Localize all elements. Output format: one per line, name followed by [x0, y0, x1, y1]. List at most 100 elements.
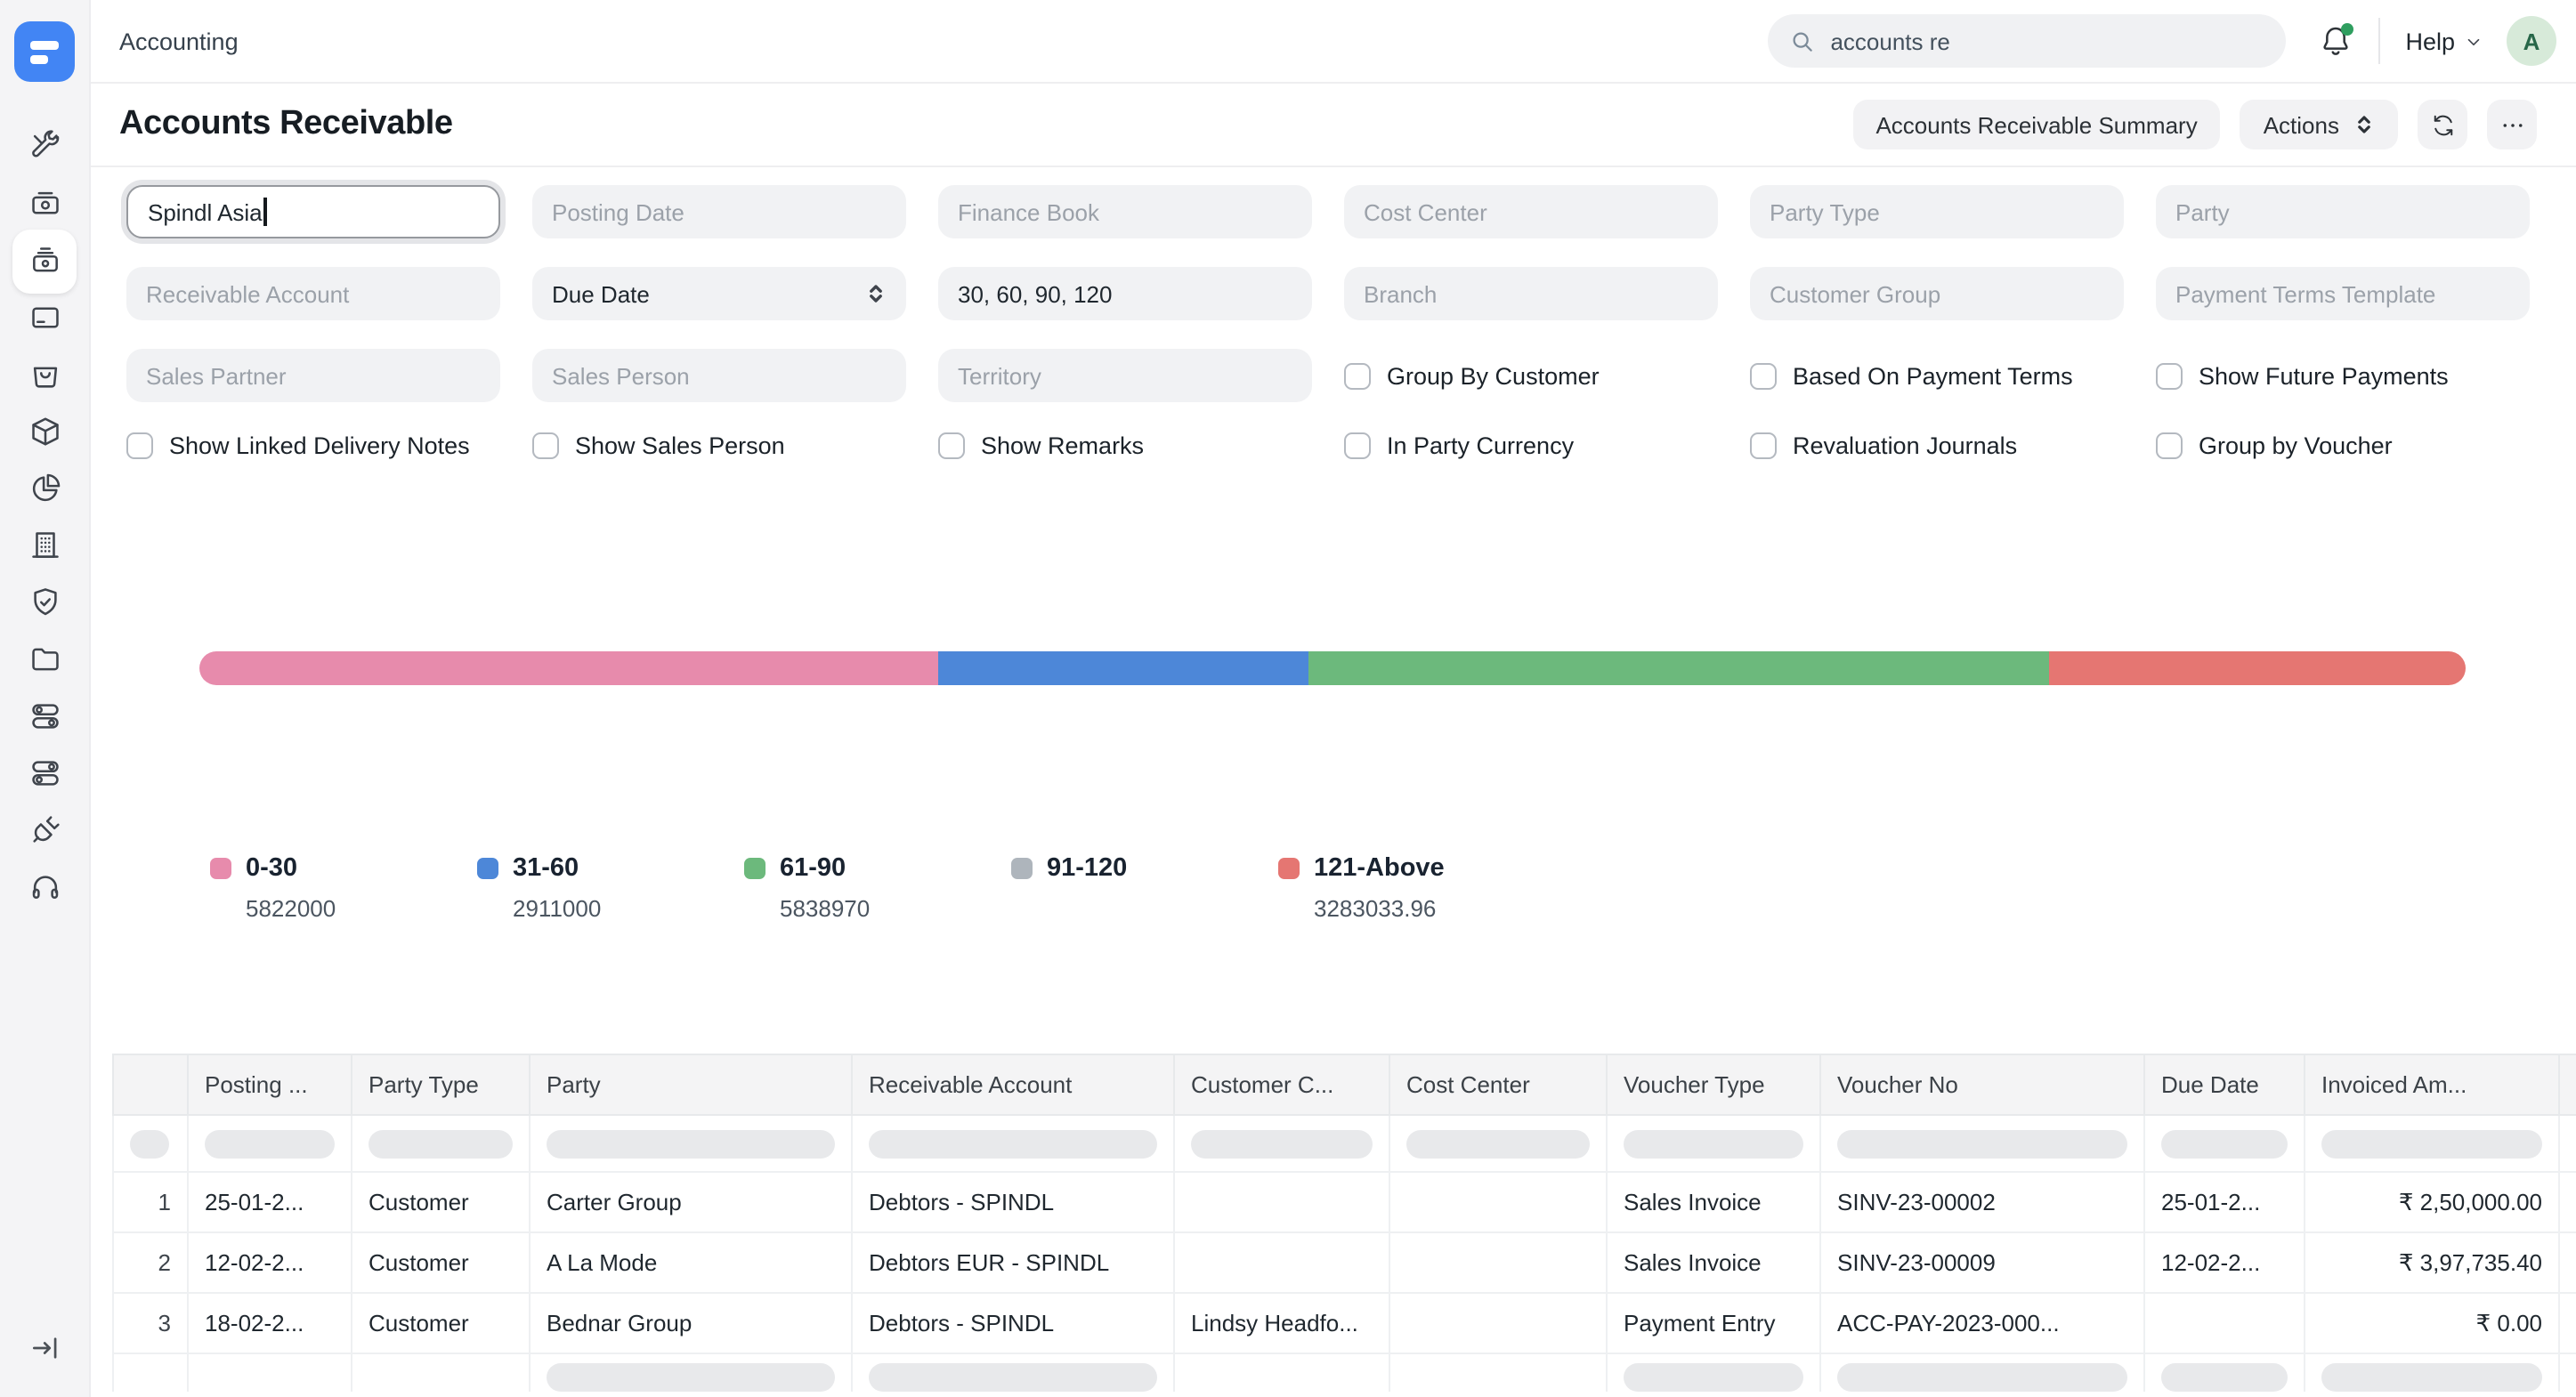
show-future-payments-checkbox[interactable]: Show Future Payments — [2156, 362, 2530, 389]
column-header-extra[interactable] — [2559, 1054, 2576, 1115]
column-filter-posting_date[interactable] — [188, 1115, 352, 1172]
sidebar-item-tools[interactable] — [28, 130, 61, 164]
sidebar-item-shield-check[interactable] — [28, 585, 61, 619]
column-header-posting_date[interactable]: Posting ... — [188, 1054, 352, 1115]
sidebar-item-building[interactable] — [28, 529, 61, 562]
help-menu[interactable]: Help — [2405, 28, 2483, 54]
sidebar-item-folder[interactable] — [28, 642, 61, 676]
party-filter[interactable] — [2156, 185, 2530, 238]
cell-cost_center — [1389, 1172, 1607, 1232]
actions-button[interactable]: Actions — [2240, 100, 2398, 149]
territory-filter[interactable] — [938, 349, 1312, 402]
table-row[interactable]: 125-01-2...CustomerCarter GroupDebtors -… — [113, 1172, 2576, 1232]
customer-group-filter[interactable] — [1750, 267, 2124, 320]
filter-pill[interactable] — [130, 1129, 169, 1158]
show-linked-delivery-notes-checkbox[interactable]: Show Linked Delivery Notes — [126, 432, 500, 459]
column-filter-idx[interactable] — [113, 1115, 188, 1172]
show-remarks-checkbox[interactable]: Show Remarks — [938, 432, 1312, 459]
group-by-voucher-checkbox[interactable]: Group by Voucher — [2156, 432, 2530, 459]
in-party-currency-checkbox[interactable]: In Party Currency — [1344, 432, 1718, 459]
column-filter-party_type[interactable] — [352, 1115, 530, 1172]
column-header-customer_contact[interactable]: Customer C... — [1174, 1054, 1389, 1115]
filter-row-2: Due Date — [126, 267, 2576, 320]
cost-center-filter[interactable] — [1344, 185, 1718, 238]
search-input[interactable]: accounts re — [1768, 14, 2286, 68]
sidebar-item-pie-chart[interactable] — [28, 472, 61, 505]
filter-pill[interactable] — [2321, 1129, 2542, 1158]
refresh-button[interactable] — [2418, 100, 2467, 149]
filter-pill[interactable] — [1624, 1129, 1803, 1158]
filter-pill[interactable] — [1191, 1129, 1373, 1158]
sidebar-item-sliders[interactable] — [28, 756, 61, 790]
report-content: Spindl Asia Due Date — [91, 167, 2576, 1397]
sidebar-item-credit-card[interactable] — [28, 301, 61, 335]
column-filter-invoiced_amount[interactable] — [2305, 1115, 2559, 1172]
sidebar-item-toggles[interactable] — [28, 699, 61, 733]
toggles-icon — [28, 699, 61, 733]
table-row[interactable]: 318-02-2...CustomerBednar GroupDebtors -… — [113, 1293, 2576, 1353]
payment-terms-template-filter[interactable] — [2156, 267, 2530, 320]
sales-partner-filter[interactable] — [126, 349, 500, 402]
column-filter-voucher_no[interactable] — [1820, 1115, 2144, 1172]
user-avatar[interactable]: A — [2507, 16, 2556, 66]
table-row-partial — [113, 1353, 2576, 1392]
show-sales-person-checkbox[interactable]: Show Sales Person — [532, 432, 906, 459]
ageing-based-on-select[interactable]: Due Date — [532, 267, 906, 320]
sidebar-item-plug[interactable] — [28, 813, 61, 847]
filter-pill[interactable] — [205, 1129, 335, 1158]
column-filter-party[interactable] — [530, 1115, 852, 1172]
filter-pill[interactable] — [369, 1129, 513, 1158]
sidebar-item-banknote[interactable] — [28, 187, 61, 221]
notifications-button[interactable] — [2318, 23, 2353, 59]
branch-filter[interactable] — [1344, 267, 1718, 320]
filter-pill[interactable] — [1837, 1129, 2127, 1158]
accounts-receivable-summary-button[interactable]: Accounts Receivable Summary — [1852, 100, 2220, 149]
posting-date-filter[interactable] — [532, 185, 906, 238]
column-header-invoiced_amount[interactable]: Invoiced Am... — [2305, 1054, 2559, 1115]
breadcrumb[interactable]: Accounting — [119, 28, 239, 54]
column-filter-due_date[interactable] — [2144, 1115, 2305, 1172]
column-filter-extra[interactable] — [2559, 1115, 2576, 1172]
party-type-filter[interactable] — [1750, 185, 2124, 238]
filter-pill[interactable] — [1406, 1129, 1590, 1158]
cell-extra — [2559, 1232, 2576, 1293]
group-by-customer-checkbox[interactable]: Group By Customer — [1344, 362, 1718, 389]
finance-book-filter[interactable] — [938, 185, 1312, 238]
sidebar-expand-button[interactable] — [28, 1331, 61, 1374]
column-header-idx[interactable] — [113, 1054, 188, 1115]
filter-pill[interactable] — [2161, 1129, 2288, 1158]
sidebar-item-package[interactable] — [28, 415, 61, 448]
ageing-range-filter[interactable] — [938, 267, 1312, 320]
column-header-party[interactable]: Party — [530, 1054, 852, 1115]
column-header-receivable_account[interactable]: Receivable Account — [852, 1054, 1174, 1115]
cell-idx: 1 — [113, 1172, 188, 1232]
column-header-party_type[interactable]: Party Type — [352, 1054, 530, 1115]
sidebar-item-cash-register[interactable] — [28, 244, 61, 278]
sales-person-filter[interactable] — [532, 349, 906, 402]
cell-receivable_account: Debtors - SPINDL — [852, 1293, 1174, 1353]
sidebar-item-shopping-bag[interactable] — [28, 358, 61, 392]
revaluation-journals-checkbox[interactable]: Revaluation Journals — [1750, 432, 2124, 459]
column-filter-cost_center[interactable] — [1389, 1115, 1607, 1172]
column-header-voucher_type[interactable]: Voucher Type — [1607, 1054, 1820, 1115]
column-header-cost_center[interactable]: Cost Center — [1389, 1054, 1607, 1115]
table-row[interactable]: 212-02-2...CustomerA La ModeDebtors EUR … — [113, 1232, 2576, 1293]
column-header-voucher_no[interactable]: Voucher No — [1820, 1054, 2144, 1115]
shopping-bag-icon — [28, 358, 61, 392]
sliders-icon — [28, 756, 61, 790]
menu-button[interactable] — [2487, 100, 2537, 149]
based-on-payment-terms-checkbox[interactable]: Based On Payment Terms — [1750, 362, 2124, 389]
column-filter-customer_contact[interactable] — [1174, 1115, 1389, 1172]
sidebar — [0, 0, 91, 1397]
sidebar-nav — [28, 130, 61, 904]
receivable-account-filter[interactable] — [126, 267, 500, 320]
filter-pill[interactable] — [869, 1129, 1157, 1158]
column-header-due_date[interactable]: Due Date — [2144, 1054, 2305, 1115]
company-filter[interactable]: Spindl Asia — [126, 185, 500, 238]
app-logo[interactable] — [14, 21, 75, 82]
filter-pill[interactable] — [547, 1129, 835, 1158]
legend-label: 0-30 — [246, 854, 297, 883]
column-filter-voucher_type[interactable] — [1607, 1115, 1820, 1172]
sidebar-item-headphones[interactable] — [28, 870, 61, 904]
column-filter-receivable_account[interactable] — [852, 1115, 1174, 1172]
